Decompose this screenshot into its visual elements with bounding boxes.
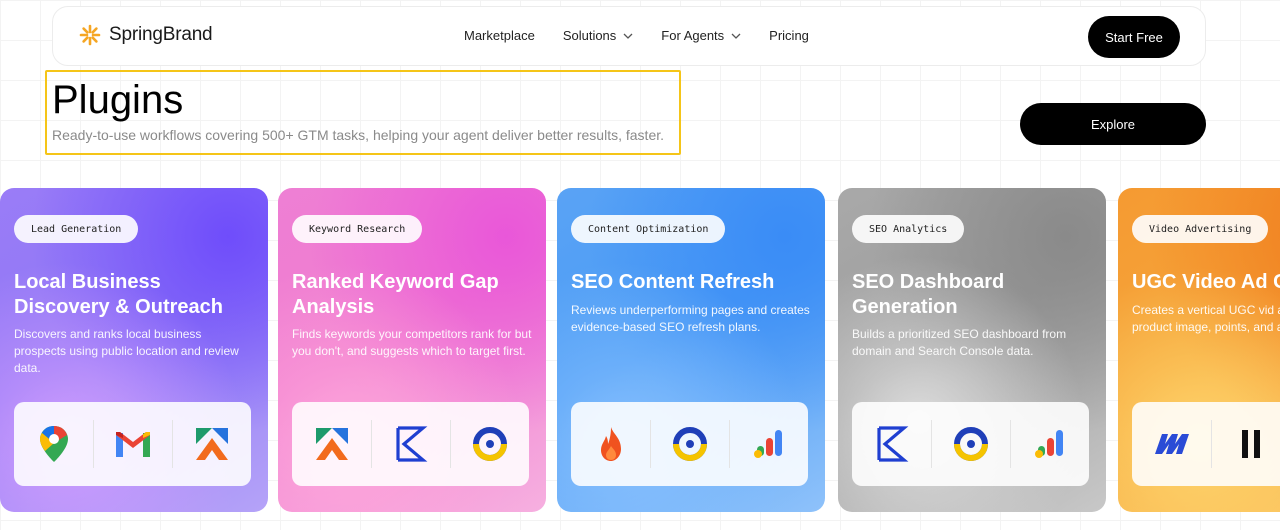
category-tag: Content Optimization [571, 215, 726, 243]
card-description: Creates a vertical UGC vid authorized pr… [1132, 303, 1280, 334]
nav-item-label: Marketplace [464, 28, 535, 43]
plugin-card-video-advertising[interactable]: Video Advertising UGC Video Ad G Creates… [1118, 188, 1280, 512]
integration-icons [1132, 402, 1280, 486]
integration-icons [852, 402, 1089, 486]
gmail-icon [115, 432, 150, 457]
category-tag: Video Advertising [1132, 215, 1269, 243]
card-title: SEO Dashboard Generation [852, 271, 1005, 318]
nav-item-for-agents[interactable]: For Agents [661, 28, 741, 43]
chevron-down-icon [731, 33, 741, 39]
integration-icons [292, 402, 529, 486]
category-tag: SEO Analytics [852, 215, 965, 243]
plugin-card-lead-generation[interactable]: Lead Generation Local Business Discovery… [0, 188, 268, 512]
page-subtitle: Ready-to-use workflows covering 500+ GTM… [52, 127, 665, 143]
apollo-icon [195, 428, 228, 460]
category-tag: Keyword Research [292, 215, 423, 243]
serpapi-k-icon [395, 426, 427, 462]
card-description: Finds keywords your competitors rank for… [292, 327, 532, 358]
plugin-card-content-optimization[interactable]: Content Optimization SEO Content Refresh… [557, 188, 825, 512]
dataforseo-q-icon [672, 427, 707, 461]
nav-item-label: Pricing [769, 28, 809, 43]
card-title: Ranked Keyword Gap Analysis [292, 271, 499, 318]
pause-bars-icon [1241, 430, 1260, 458]
card-description: Reviews underperforming pages and create… [571, 303, 810, 334]
nav-item-pricing[interactable]: Pricing [769, 28, 809, 43]
chevron-down-icon [623, 33, 633, 39]
search-console-chart-icon [1034, 430, 1063, 458]
card-title: Local Business Discovery & Outreach [14, 271, 223, 318]
dataforseo-q-icon [953, 427, 988, 461]
plugin-card-keyword-research[interactable]: Keyword Research Ranked Keyword Gap Anal… [278, 188, 546, 512]
nav-item-marketplace[interactable]: Marketplace [464, 28, 535, 43]
card-title: SEO Content Refresh [571, 271, 775, 293]
firecrawl-flame-icon [600, 427, 621, 461]
page-title: Plugins [52, 78, 184, 122]
search-console-chart-icon [753, 430, 782, 458]
card-title: UGC Video Ad G [1132, 271, 1280, 293]
explore-button[interactable]: Explore [1020, 103, 1206, 145]
brand-name: SpringBrand [109, 24, 213, 45]
card-description: Discovers and ranks local business prosp… [14, 327, 239, 375]
start-free-button[interactable]: Start Free [1088, 16, 1180, 58]
card-description: Builds a prioritized SEO dashboard from … [852, 327, 1067, 358]
main-nav: Marketplace Solutions For Agents Pricing [464, 28, 837, 43]
category-tag: Lead Generation [14, 215, 139, 243]
nav-item-solutions[interactable]: Solutions [563, 28, 633, 43]
zapier-m-icon [1154, 434, 1189, 454]
integration-icons [571, 402, 808, 486]
google-maps-icon [39, 426, 68, 462]
nav-item-label: For Agents [661, 28, 725, 43]
spring-burst-icon [79, 24, 101, 46]
apollo-icon [315, 428, 348, 460]
plugin-card-seo-analytics[interactable]: SEO Analytics SEO Dashboard Generation B… [838, 188, 1106, 512]
plugin-cards-carousel: Lead Generation Local Business Discovery… [0, 188, 1280, 512]
serpapi-k-icon [876, 426, 908, 462]
dataforseo-q-icon [472, 427, 507, 461]
nav-item-label: Solutions [562, 28, 617, 43]
top-navbar: SpringBrand Marketplace Solutions For Ag… [52, 6, 1206, 66]
brand-logo-link[interactable]: SpringBrand [79, 24, 213, 46]
integration-icons [14, 402, 251, 486]
